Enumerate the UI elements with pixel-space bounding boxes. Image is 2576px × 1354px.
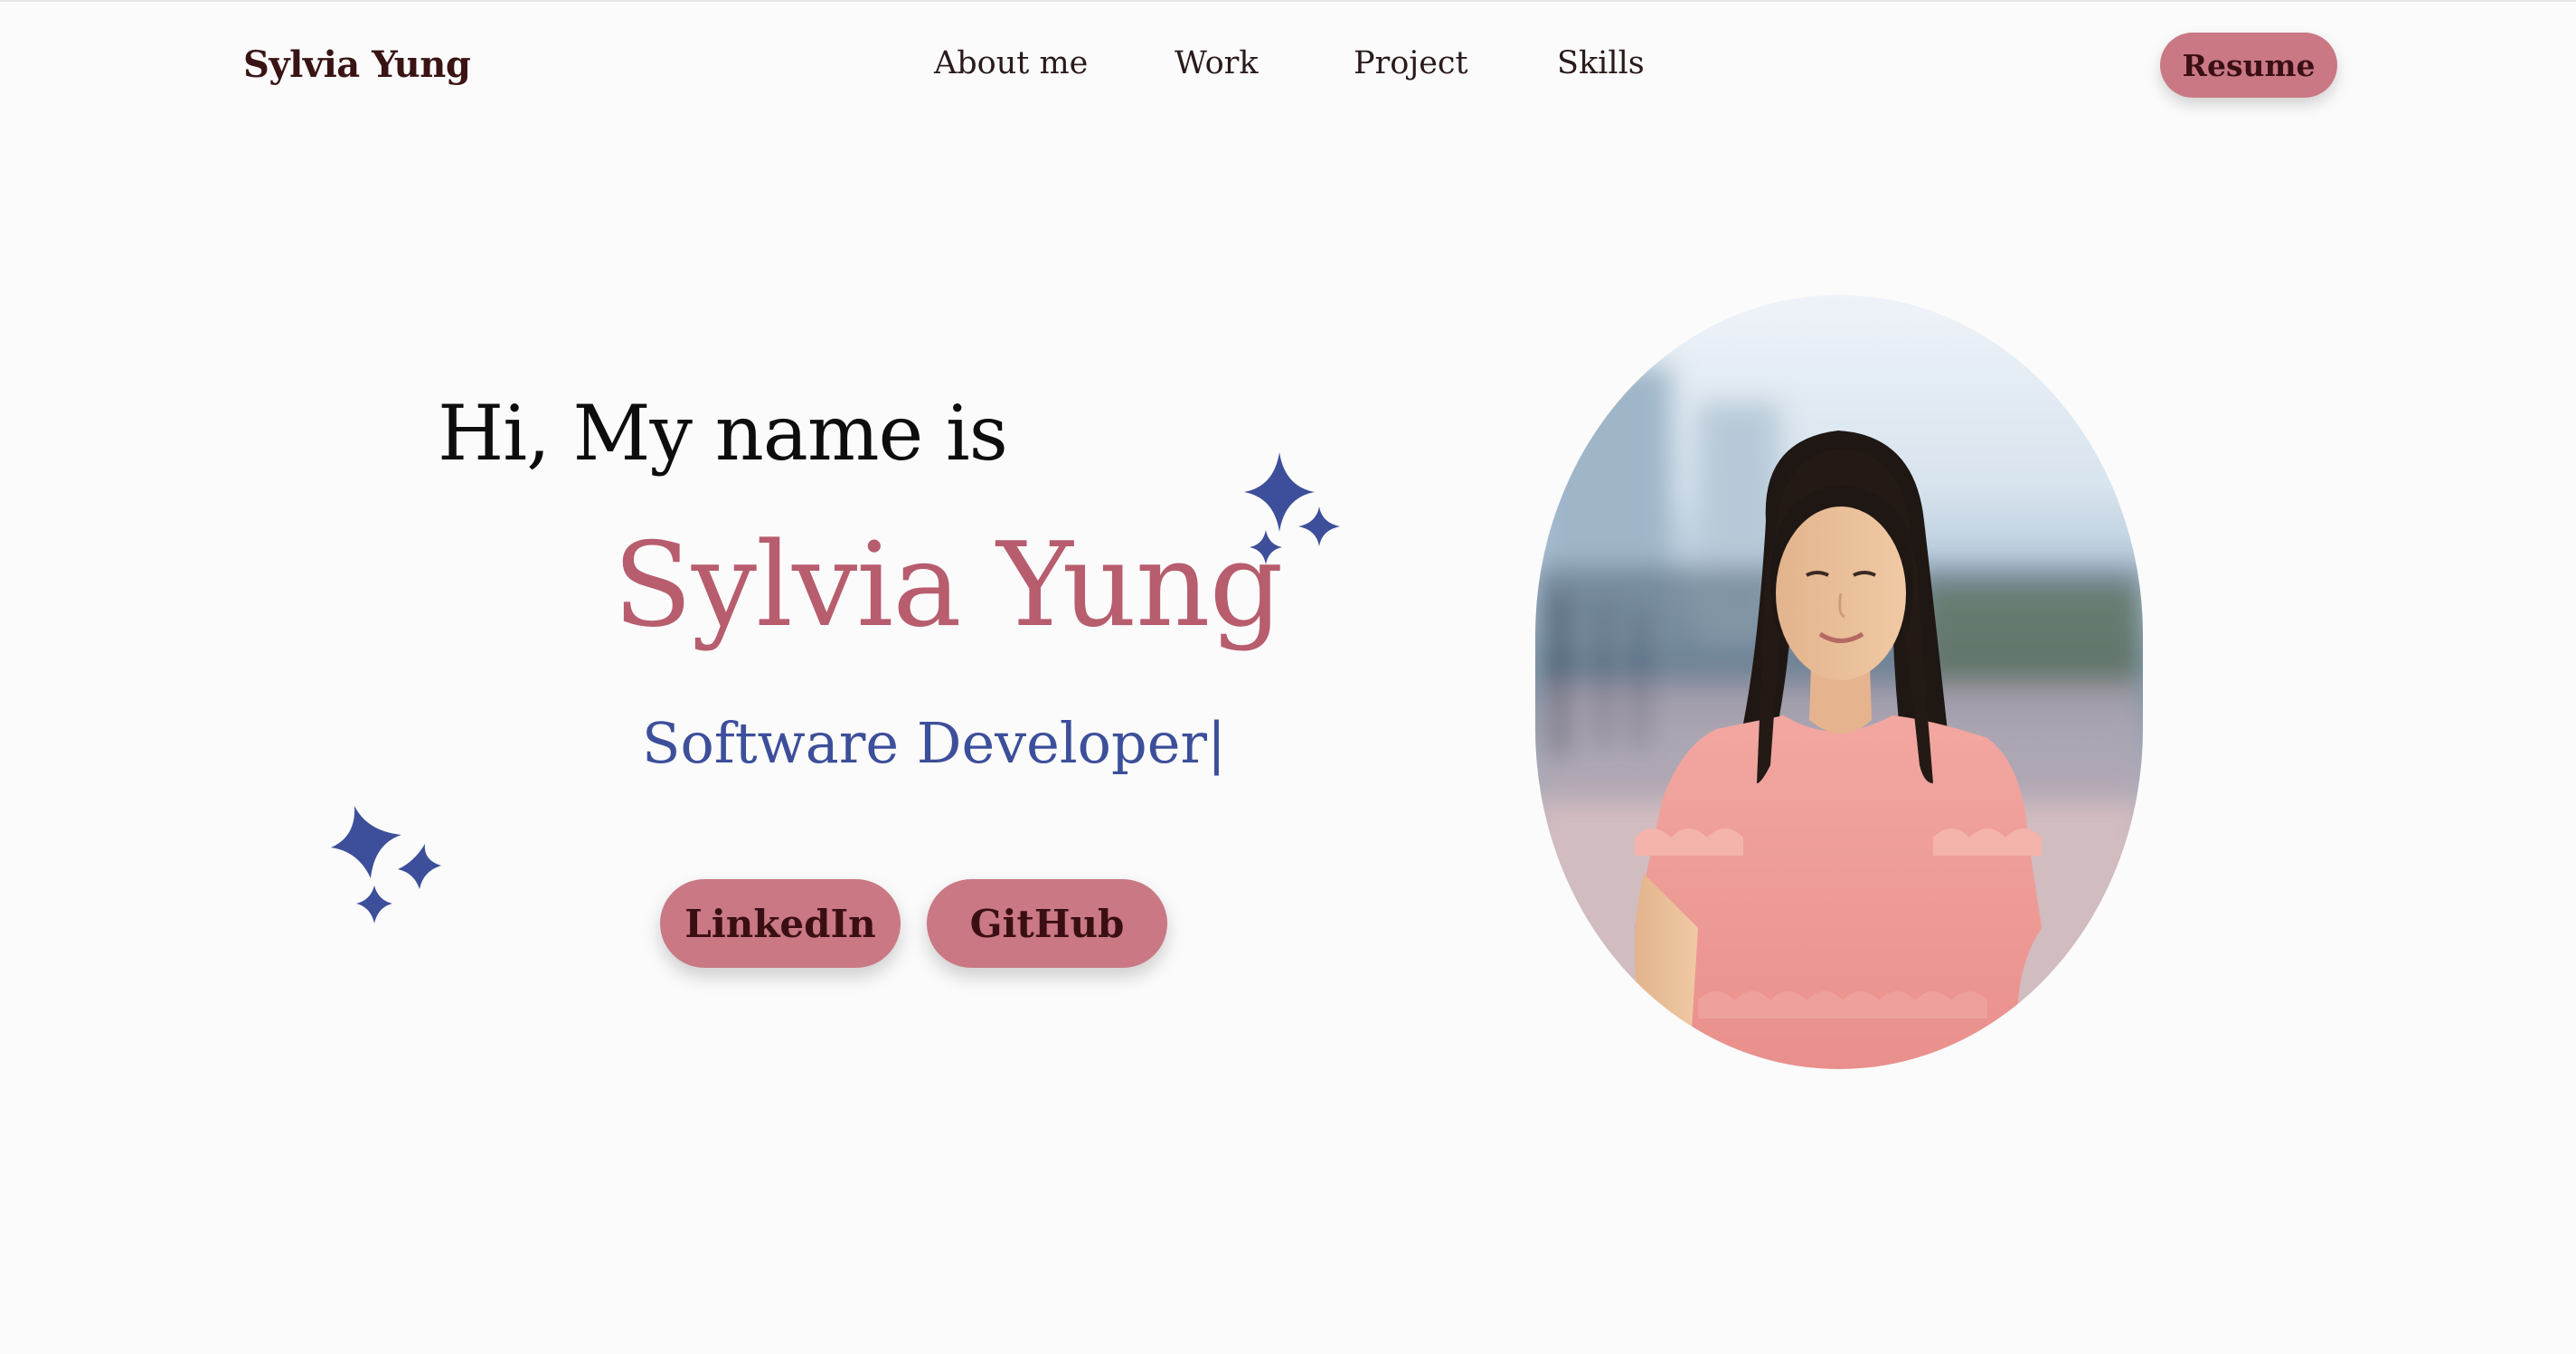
sparkle-icon <box>331 806 441 923</box>
nav-item-project[interactable]: Project <box>1354 45 1468 81</box>
resume-button[interactable]: Resume <box>2160 33 2337 98</box>
top-divider <box>0 0 2576 2</box>
nav-item-work[interactable]: Work <box>1175 45 1259 81</box>
portrait-illustration <box>1535 295 2143 1069</box>
linkedin-button[interactable]: LinkedIn <box>660 879 901 968</box>
hero-greeting: Hi, My name is <box>438 389 1008 478</box>
profile-photo <box>1535 295 2143 1069</box>
hero-name: Sylvia Yung <box>613 518 1283 653</box>
github-button[interactable]: GitHub <box>927 879 1167 968</box>
nav-item-about[interactable]: About me <box>934 45 1088 81</box>
nav-item-skills[interactable]: Skills <box>1557 45 1645 81</box>
brand-logo[interactable]: Sylvia Yung <box>243 43 471 86</box>
hero-role: Software Developer| <box>642 710 1226 776</box>
sparkle-icon <box>1244 452 1340 564</box>
